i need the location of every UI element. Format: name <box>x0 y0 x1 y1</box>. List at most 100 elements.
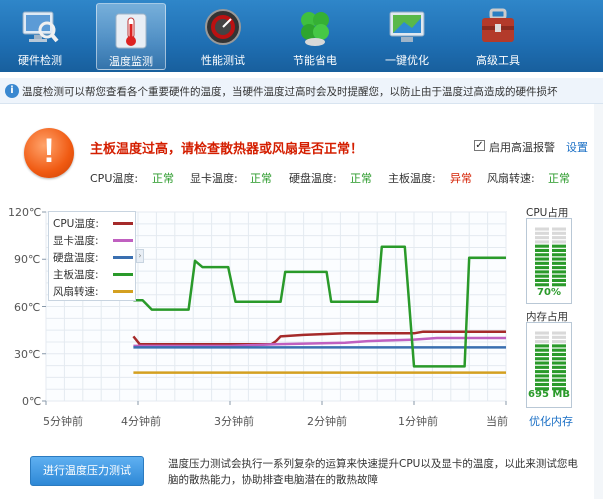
legend-item-board: 主板温度: <box>53 267 133 281</box>
gauge-cell <box>535 331 549 335</box>
gauge-cell <box>552 253 566 257</box>
gauge-cell <box>535 231 549 235</box>
gauge-cell <box>535 348 549 352</box>
legend-item-cpu: CPU温度: <box>53 216 133 230</box>
x-tick-label: 2分钟前 <box>307 415 347 428</box>
x-tick-label: 5分钟前 <box>43 415 83 428</box>
warning-title: 主板温度过高，请检查散热器或风扇是否正常！ <box>90 142 364 157</box>
gauge-cell <box>535 278 549 283</box>
tab-hardware-detect[interactable]: 硬件检测 <box>5 0 75 72</box>
gauge-cell <box>535 283 549 287</box>
gauge-cell <box>535 244 549 248</box>
status-label-board: 主板温度: <box>388 172 436 185</box>
toolbox-icon <box>482 8 514 42</box>
gauge-cell <box>535 361 549 365</box>
tab-power-saving[interactable]: 节能省电 <box>280 0 350 72</box>
cpu-usage-bars <box>535 227 566 287</box>
stress-test-description: 温度压力测试会执行一系列复杂的运算来快速提升CPU以及显卡的温度，以此来测试您电… <box>168 458 578 486</box>
gauge-cell <box>552 331 566 335</box>
legend-item-gpu: 显卡温度: <box>53 233 133 247</box>
gauge-cell <box>552 361 566 365</box>
tab-label: 性能测试 <box>201 54 245 67</box>
tab-label: 节能省电 <box>293 54 337 67</box>
gauge-cell <box>535 236 549 240</box>
status-value-board: 异常 <box>450 172 472 185</box>
gauge-cell <box>552 257 566 261</box>
cpu-usage-gauge: 70% <box>526 218 572 304</box>
y-tick-label: 30℃ <box>14 348 41 361</box>
tab-label: 硬件检测 <box>18 54 62 67</box>
gauge-cell <box>552 378 566 382</box>
gauge-cell <box>552 261 566 265</box>
tab-label: 温度监测 <box>109 55 153 68</box>
gauge-cell <box>535 374 549 378</box>
gauge-cell <box>535 274 549 278</box>
gauge-cell <box>552 348 566 352</box>
status-value-cpu: 正常 <box>152 172 174 185</box>
gauge-cell <box>535 340 549 344</box>
gauge-cell <box>552 248 566 253</box>
memory-usage-bars <box>535 331 566 391</box>
y-tick-label: 0℃ <box>22 395 42 408</box>
gauge-cell <box>552 352 566 357</box>
optimize-memory-link[interactable]: 优化内存 <box>529 413 573 429</box>
warning-icon: ! <box>24 128 74 178</box>
gauge-cell <box>535 365 549 369</box>
gauge-cell <box>535 270 549 274</box>
x-tick-label: 4分钟前 <box>121 415 161 428</box>
tab-label: 高级工具 <box>476 54 520 67</box>
settings-link[interactable]: 设置 <box>566 139 588 155</box>
alarm-checkbox[interactable]: ✓ <box>474 140 485 151</box>
legend-swatch <box>113 273 133 276</box>
side-scrollbar[interactable] <box>594 104 603 499</box>
series-line-3 <box>133 245 506 368</box>
gauge-cell <box>535 257 549 261</box>
gauge-cell <box>552 340 566 344</box>
gauge-cell <box>552 274 566 278</box>
cpu-usage-value: 70% <box>537 287 561 298</box>
gauge-cell <box>552 344 566 348</box>
status-value-disk: 正常 <box>350 172 372 185</box>
legend-swatch <box>113 239 133 242</box>
gauge-cell <box>552 335 566 339</box>
status-value-gpu: 正常 <box>250 172 272 185</box>
legend-label: 显卡温度: <box>53 235 99 247</box>
gauge-cell <box>552 266 566 270</box>
tab-advanced-tools[interactable]: 高级工具 <box>463 0 533 72</box>
top-toolbar: 硬件检测 温度监测 性能测试 节能省电 一键优化 高级工具 <box>0 0 603 72</box>
gauge-cell <box>535 378 549 382</box>
legend-collapse-handle[interactable]: › <box>136 249 144 263</box>
x-tick-label: 当前 <box>486 415 508 428</box>
info-text: 温度检测可以帮您查看各个重要硬件的温度，当硬件温度过高时会及时提醒您，以防止由于… <box>22 86 558 98</box>
gauge-cell <box>535 382 549 387</box>
series-line-1 <box>133 336 506 348</box>
info-bar: i 温度检测可以帮您查看各个重要硬件的温度，当硬件温度过高时会及时提醒您，以防止… <box>0 78 603 104</box>
tab-performance-test[interactable]: 性能测试 <box>188 0 258 72</box>
gauge-cell <box>552 382 566 387</box>
gauge-cell <box>535 344 549 348</box>
status-label-cpu: CPU温度: <box>90 172 139 185</box>
status-value-fan: 正常 <box>548 172 570 185</box>
stress-test-button[interactable]: 进行温度压力测试 <box>30 456 144 486</box>
legend-swatch <box>113 256 133 259</box>
speedometer-icon <box>205 9 241 45</box>
chart-legend: CPU温度: 显卡温度: 硬盘温度: 主板温度: 风扇转速: <box>48 211 136 301</box>
gauge-cell <box>535 266 549 270</box>
tab-one-click-optimize[interactable]: 一键优化 <box>372 0 442 72</box>
tab-label: 一键优化 <box>385 54 429 67</box>
gauge-cell <box>552 231 566 235</box>
y-tick-label: 90℃ <box>14 253 41 266</box>
screen-optimize-icon <box>389 11 425 42</box>
clover-leaf-icon <box>301 12 329 46</box>
tab-temperature-monitor[interactable]: 温度监测 <box>96 3 166 70</box>
y-tick-label: 120℃ <box>8 206 42 219</box>
gauge-cell <box>535 335 549 339</box>
gauge-cell <box>552 278 566 283</box>
alarm-checkbox-label[interactable]: 启用高温报警 <box>489 139 555 155</box>
thermometer-icon <box>115 13 147 49</box>
gauge-cell <box>552 370 566 374</box>
status-label-fan: 风扇转速: <box>487 172 535 185</box>
legend-label: 硬盘温度: <box>53 252 99 264</box>
gauge-cell <box>535 352 549 357</box>
gauge-cell <box>535 253 549 257</box>
